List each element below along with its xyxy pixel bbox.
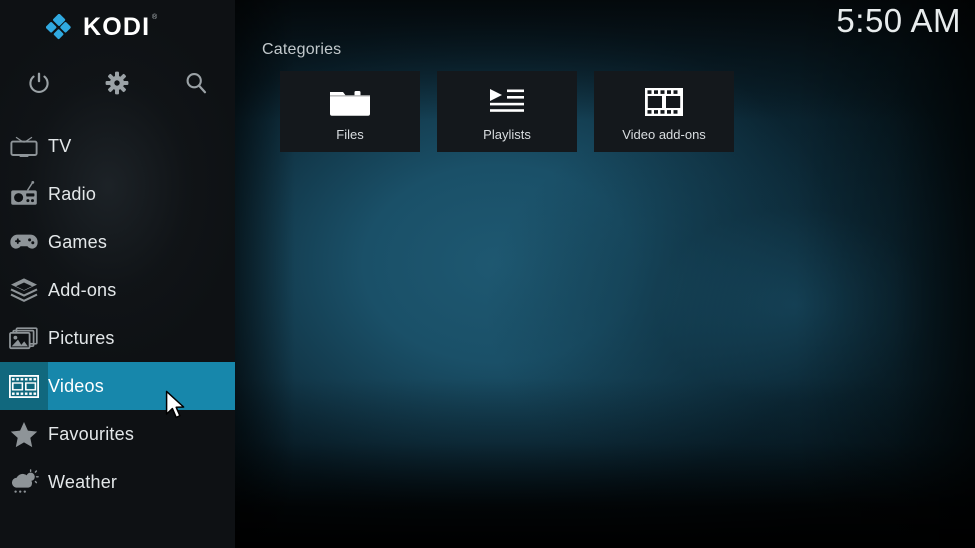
box-icon [0, 266, 48, 314]
sidebar-item-pictures[interactable]: Pictures [0, 314, 235, 362]
sidebar-item-label: Favourites [48, 423, 135, 444]
trademark-mark: ® [151, 14, 159, 21]
sidebar-item-tv[interactable]: TV [0, 122, 235, 170]
brand-name-text: KODI [83, 13, 151, 41]
categories-heading: Categories [262, 41, 342, 58]
sidebar-item-radio[interactable]: Radio [0, 170, 235, 218]
sidebar-item-label: TV [48, 135, 72, 156]
category-tile-label: Video add-ons [622, 127, 706, 142]
film-strip-icon [645, 85, 683, 119]
category-tile-playlists[interactable]: Playlists [437, 71, 577, 152]
sidebar-item-favourites[interactable]: Favourites [0, 410, 235, 458]
sidebar-item-games[interactable]: Games [0, 218, 235, 266]
kodi-logo: KODI ® [46, 13, 157, 42]
sidebar: KODI ® TV Radio Games Add-ons Pictures V… [0, 0, 235, 548]
sidebar-menu: TV Radio Games Add-ons Pictures Videos F… [0, 122, 235, 506]
settings-button[interactable] [78, 62, 156, 104]
category-tile-files[interactable]: Files [280, 71, 420, 152]
film-strip-icon [0, 362, 48, 410]
power-button[interactable] [0, 62, 78, 104]
clock: 5:50 AM [836, 2, 961, 39]
power-icon [27, 71, 51, 95]
playlist-icon [489, 85, 525, 119]
sidebar-item-label: Pictures [48, 327, 115, 348]
pictures-icon [0, 314, 48, 362]
sidebar-item-label: Add-ons [48, 279, 117, 300]
sidebar-item-label: Weather [48, 471, 118, 492]
category-tile-label: Files [336, 127, 364, 142]
weather-icon [0, 458, 48, 506]
brand-name: KODI ® [83, 13, 157, 42]
sidebar-item-videos[interactable]: Videos [0, 362, 235, 410]
vignette-right [795, 0, 975, 548]
sidebar-item-weather[interactable]: Weather [0, 458, 235, 506]
radio-icon [0, 170, 48, 218]
star-icon [0, 410, 48, 458]
tv-icon [0, 122, 48, 170]
search-icon [184, 71, 208, 95]
folder-icon [328, 85, 372, 119]
category-tile-video-addons[interactable]: Video add-ons [594, 71, 734, 152]
category-tile-label: Playlists [483, 127, 531, 142]
categories-tile-list: Files Playlists Video add-ons [280, 71, 734, 152]
quick-actions-row [0, 62, 235, 104]
sidebar-item-addons[interactable]: Add-ons [0, 266, 235, 314]
kodi-home-screen: 5:50 AM Categories Files Playlists Video… [0, 0, 975, 548]
sidebar-item-label: Radio [48, 183, 97, 204]
sidebar-item-label: Games [48, 231, 108, 252]
search-button[interactable] [157, 62, 235, 104]
gamepad-icon [0, 218, 48, 266]
sidebar-item-label: Videos [48, 375, 104, 396]
kodi-diamond-logo-icon [46, 13, 74, 42]
gear-icon [105, 71, 129, 95]
